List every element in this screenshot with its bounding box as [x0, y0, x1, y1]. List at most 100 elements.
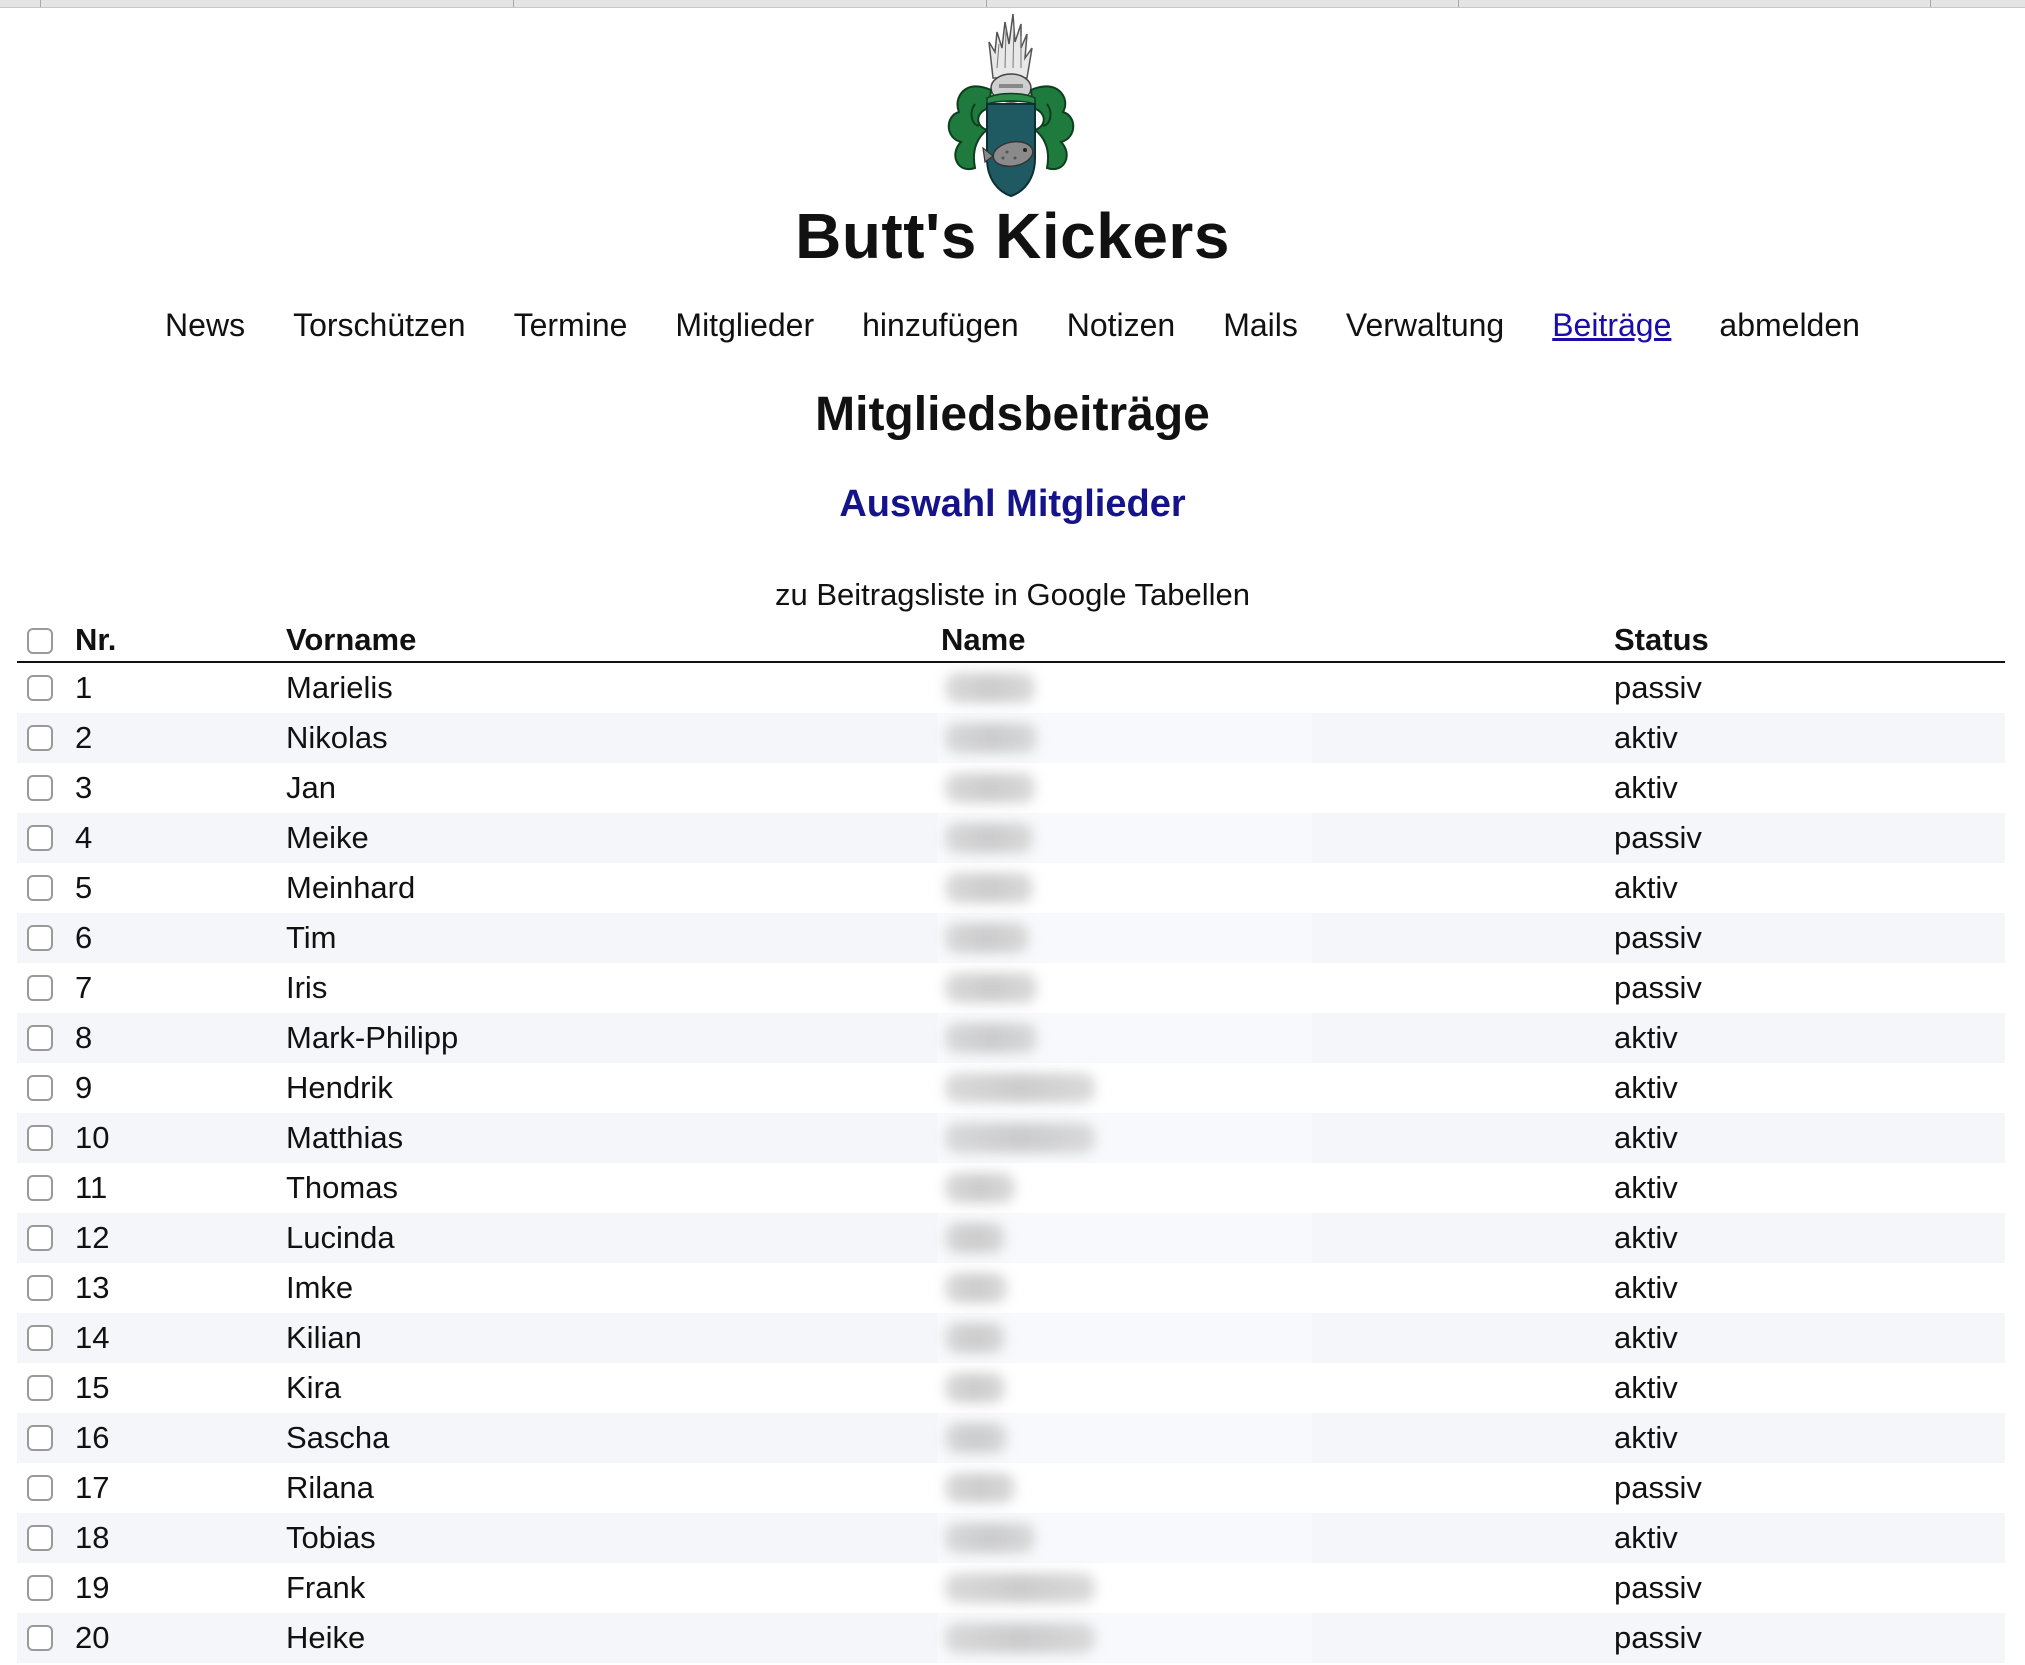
row-checkbox[interactable]	[27, 1525, 53, 1551]
row-nr: 20	[75, 1620, 110, 1655]
row-status: passiv	[1614, 670, 1702, 705]
table-row: 6 Tim passiv	[17, 913, 2005, 963]
row-status: passiv	[1614, 820, 1702, 855]
table-row: 4 Meike passiv	[17, 813, 2005, 863]
row-nr: 2	[75, 720, 93, 755]
redacted-name	[945, 1373, 1005, 1403]
row-nr: 7	[75, 970, 93, 1005]
row-nr: 11	[75, 1170, 108, 1205]
table-row: 18 Tobias aktiv	[17, 1513, 2005, 1563]
checkbox-icon[interactable]	[27, 1375, 53, 1401]
row-status: aktiv	[1614, 1020, 1678, 1055]
nav-item-termine[interactable]: Termine	[514, 303, 628, 347]
nav-item-torschuetzen[interactable]: Torschützen	[293, 303, 466, 347]
browser-tab-strip	[0, 0, 2025, 8]
checkbox-icon[interactable]	[27, 975, 53, 1001]
row-nr: 5	[75, 870, 93, 905]
checkbox-icon[interactable]	[27, 1625, 53, 1651]
row-nr: 14	[75, 1320, 110, 1355]
row-status: aktiv	[1614, 1070, 1678, 1105]
checkbox-icon[interactable]	[27, 1325, 53, 1351]
row-checkbox[interactable]	[27, 1275, 53, 1301]
row-nr: 17	[75, 1470, 110, 1505]
google-sheets-link[interactable]: zu Beitragsliste in Google Tabellen	[0, 573, 2025, 617]
redacted-name	[945, 1523, 1035, 1553]
checkbox-icon[interactable]	[27, 775, 53, 801]
table-row: 3 Jan aktiv	[17, 763, 2005, 813]
checkbox-icon[interactable]	[27, 1225, 53, 1251]
row-checkbox[interactable]	[27, 975, 53, 1001]
nav-item-abmelden[interactable]: abmelden	[1719, 303, 1860, 347]
row-checkbox[interactable]	[27, 1575, 53, 1601]
row-checkbox[interactable]	[27, 1425, 53, 1451]
checkbox-icon[interactable]	[27, 675, 53, 701]
row-checkbox[interactable]	[27, 775, 53, 801]
redacted-name	[945, 1423, 1007, 1453]
row-vorname: Marielis	[286, 670, 393, 705]
row-status: aktiv	[1614, 1220, 1678, 1255]
checkbox-icon[interactable]	[27, 825, 53, 851]
row-vorname: Lucinda	[286, 1220, 395, 1255]
row-checkbox[interactable]	[27, 1125, 53, 1151]
checkbox-icon[interactable]	[27, 1575, 53, 1601]
row-checkbox[interactable]	[27, 825, 53, 851]
row-checkbox[interactable]	[27, 1025, 53, 1051]
row-checkbox[interactable]	[27, 1075, 53, 1101]
select-all-checkbox[interactable]	[27, 628, 53, 654]
crest-logo-icon	[947, 13, 1075, 198]
header-status: Status	[1614, 622, 1709, 657]
row-checkbox[interactable]	[27, 925, 53, 951]
nav-item-verwaltung[interactable]: Verwaltung	[1346, 303, 1504, 347]
row-checkbox[interactable]	[27, 675, 53, 701]
checkbox-icon[interactable]	[27, 1525, 53, 1551]
checkbox-icon[interactable]	[27, 628, 53, 654]
row-vorname: Tobias	[286, 1520, 376, 1555]
row-checkbox[interactable]	[27, 1175, 53, 1201]
checkbox-icon[interactable]	[27, 1475, 53, 1501]
header-nr: Nr.	[75, 622, 117, 657]
table-row: 12 Lucinda aktiv	[17, 1213, 2005, 1263]
table-row: 2 Nikolas aktiv	[17, 713, 2005, 763]
nav-item-notizen[interactable]: Notizen	[1067, 303, 1176, 347]
checkbox-icon[interactable]	[27, 725, 53, 751]
row-checkbox[interactable]	[27, 1475, 53, 1501]
redacted-name	[945, 673, 1035, 703]
row-checkbox[interactable]	[27, 875, 53, 901]
row-status: aktiv	[1614, 1520, 1678, 1555]
table-body: 1 Marielis passiv 2 Nikolas aktiv 3 Jan aktiv 4 Me…	[17, 663, 2005, 1663]
row-checkbox[interactable]	[27, 725, 53, 751]
redacted-name	[945, 1023, 1037, 1053]
row-vorname: Mark-Philipp	[286, 1020, 459, 1055]
row-nr: 19	[75, 1570, 110, 1605]
row-checkbox[interactable]	[27, 1625, 53, 1651]
row-nr: 8	[75, 1020, 93, 1055]
row-vorname: Meinhard	[286, 870, 416, 905]
checkbox-icon[interactable]	[27, 875, 53, 901]
row-checkbox[interactable]	[27, 1225, 53, 1251]
redacted-name	[945, 1473, 1015, 1503]
checkbox-icon[interactable]	[27, 1275, 53, 1301]
checkbox-icon[interactable]	[27, 1425, 53, 1451]
redacted-name	[945, 1123, 1095, 1153]
row-vorname: Nikolas	[286, 720, 388, 755]
table-row: 19 Frank passiv	[17, 1563, 2005, 1613]
redacted-name	[945, 1273, 1007, 1303]
checkbox-icon[interactable]	[27, 1025, 53, 1051]
row-checkbox[interactable]	[27, 1375, 53, 1401]
checkbox-icon[interactable]	[27, 1125, 53, 1151]
nav-item-beitraege[interactable]: Beiträge	[1552, 303, 1671, 347]
row-checkbox[interactable]	[27, 1325, 53, 1351]
row-nr: 10	[75, 1120, 110, 1155]
section-subtitle: Auswahl Mitglieder	[839, 483, 1186, 525]
nav-item-hinzufuegen[interactable]: hinzufügen	[862, 303, 1019, 347]
page-title: Mitgliedsbeiträge	[815, 388, 1210, 441]
redacted-name	[945, 923, 1029, 953]
row-nr: 1	[75, 670, 93, 705]
row-nr: 12	[75, 1220, 110, 1255]
checkbox-icon[interactable]	[27, 925, 53, 951]
nav-item-news[interactable]: News	[165, 303, 245, 347]
checkbox-icon[interactable]	[27, 1175, 53, 1201]
nav-item-mails[interactable]: Mails	[1223, 303, 1298, 347]
nav-item-mitglieder[interactable]: Mitglieder	[675, 303, 814, 347]
checkbox-icon[interactable]	[27, 1075, 53, 1101]
